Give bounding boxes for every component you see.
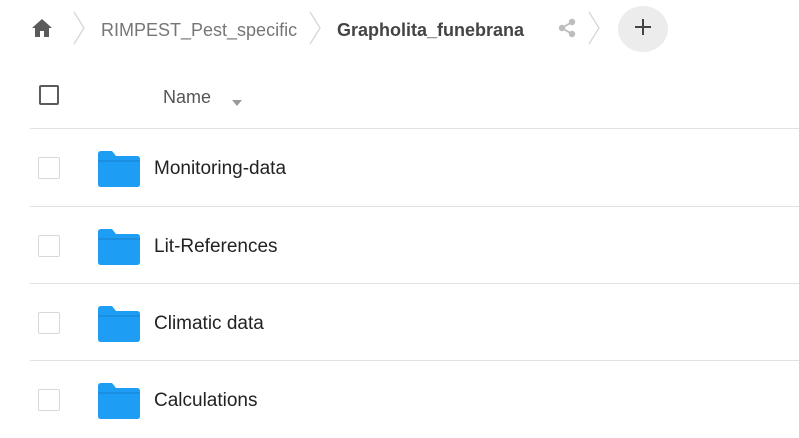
caret-down-icon[interactable]	[232, 94, 242, 106]
name-column-header[interactable]: Name	[163, 87, 211, 108]
table-row[interactable]: Climatic data	[0, 284, 799, 361]
breadcrumb-separator-icon	[587, 10, 601, 46]
table-row[interactable]: Lit-References	[0, 207, 799, 284]
table-row[interactable]: Calculations	[0, 361, 799, 438]
table-row[interactable]: Monitoring-data	[0, 129, 799, 206]
folder-icon	[98, 383, 140, 419]
row-checkbox[interactable]	[38, 235, 60, 257]
row-checkbox[interactable]	[38, 312, 60, 334]
row-checkbox[interactable]	[38, 389, 60, 411]
breadcrumb-item-pest-specific[interactable]: RIMPEST_Pest_specific	[101, 19, 297, 41]
home-icon[interactable]	[30, 16, 54, 40]
select-all-checkbox[interactable]	[39, 85, 59, 105]
breadcrumb-separator-icon	[308, 10, 322, 46]
folder-icon	[98, 151, 140, 187]
share-icon[interactable]	[556, 17, 578, 39]
folder-name[interactable]: Climatic data	[154, 313, 264, 335]
table-header: Name	[0, 72, 799, 128]
folder-icon	[98, 306, 140, 342]
folder-name[interactable]: Lit-References	[154, 236, 278, 258]
breadcrumb: RIMPEST_Pest_specific Grapholita_funebra…	[0, 0, 799, 58]
row-checkbox[interactable]	[38, 157, 60, 179]
folder-name[interactable]: Calculations	[154, 390, 258, 412]
plus-icon	[633, 17, 653, 42]
breadcrumb-item-current: Grapholita_funebrana	[337, 20, 525, 40]
add-button[interactable]	[618, 6, 668, 52]
breadcrumb-separator-icon	[72, 10, 86, 46]
folder-icon	[98, 229, 140, 265]
folder-name[interactable]: Monitoring-data	[154, 158, 286, 180]
